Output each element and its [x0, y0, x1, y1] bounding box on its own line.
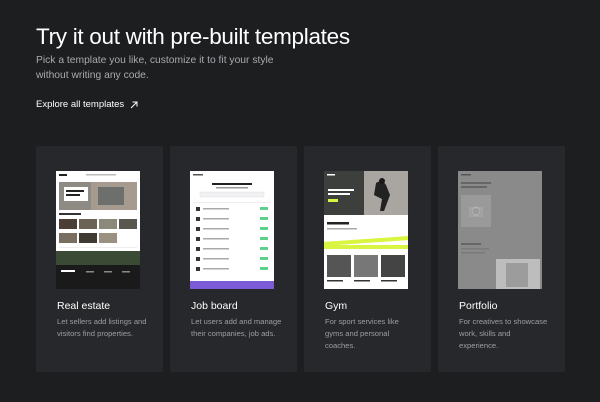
- card-title-real-estate: Real estate: [57, 300, 111, 312]
- template-card-portfolio[interactable]: Portfolio For creatives to showcase work…: [438, 146, 565, 372]
- card-description-job-board: Let users add and manage their companies…: [191, 317, 282, 338]
- card-description-real-estate: Let sellers add listings and visitors fi…: [57, 317, 147, 338]
- job-board-template-preview[interactable]: [190, 171, 274, 289]
- template-card-job-board[interactable]: Job board Let users add and manage their…: [170, 146, 297, 372]
- page-title: Try it out with pre-built templates: [36, 24, 350, 49]
- page-subtitle: Pick a template you like, customize it t…: [36, 55, 274, 81]
- card-title-gym: Gym: [325, 300, 348, 312]
- template-card-real-estate[interactable]: Real estate Let sellers add listings and…: [36, 146, 163, 372]
- real-estate-template-preview[interactable]: [56, 171, 140, 289]
- card-description-portfolio: For creatives to showcase work, skills a…: [459, 317, 548, 350]
- template-card-gym[interactable]: Gym For sport services like gyms and per…: [304, 146, 431, 372]
- card-description-gym: For sport services like gyms and persona…: [325, 317, 399, 350]
- gym-template-preview[interactable]: [324, 171, 408, 289]
- explore-all-templates-link[interactable]: Explore all templates: [36, 99, 138, 110]
- card-title-job-board: Job board: [191, 300, 238, 312]
- portfolio-template-preview[interactable]: [458, 171, 542, 289]
- arrow-up-right-icon: [130, 101, 138, 109]
- card-title-portfolio: Portfolio: [459, 300, 498, 312]
- explore-link-label: Explore all templates: [36, 99, 125, 110]
